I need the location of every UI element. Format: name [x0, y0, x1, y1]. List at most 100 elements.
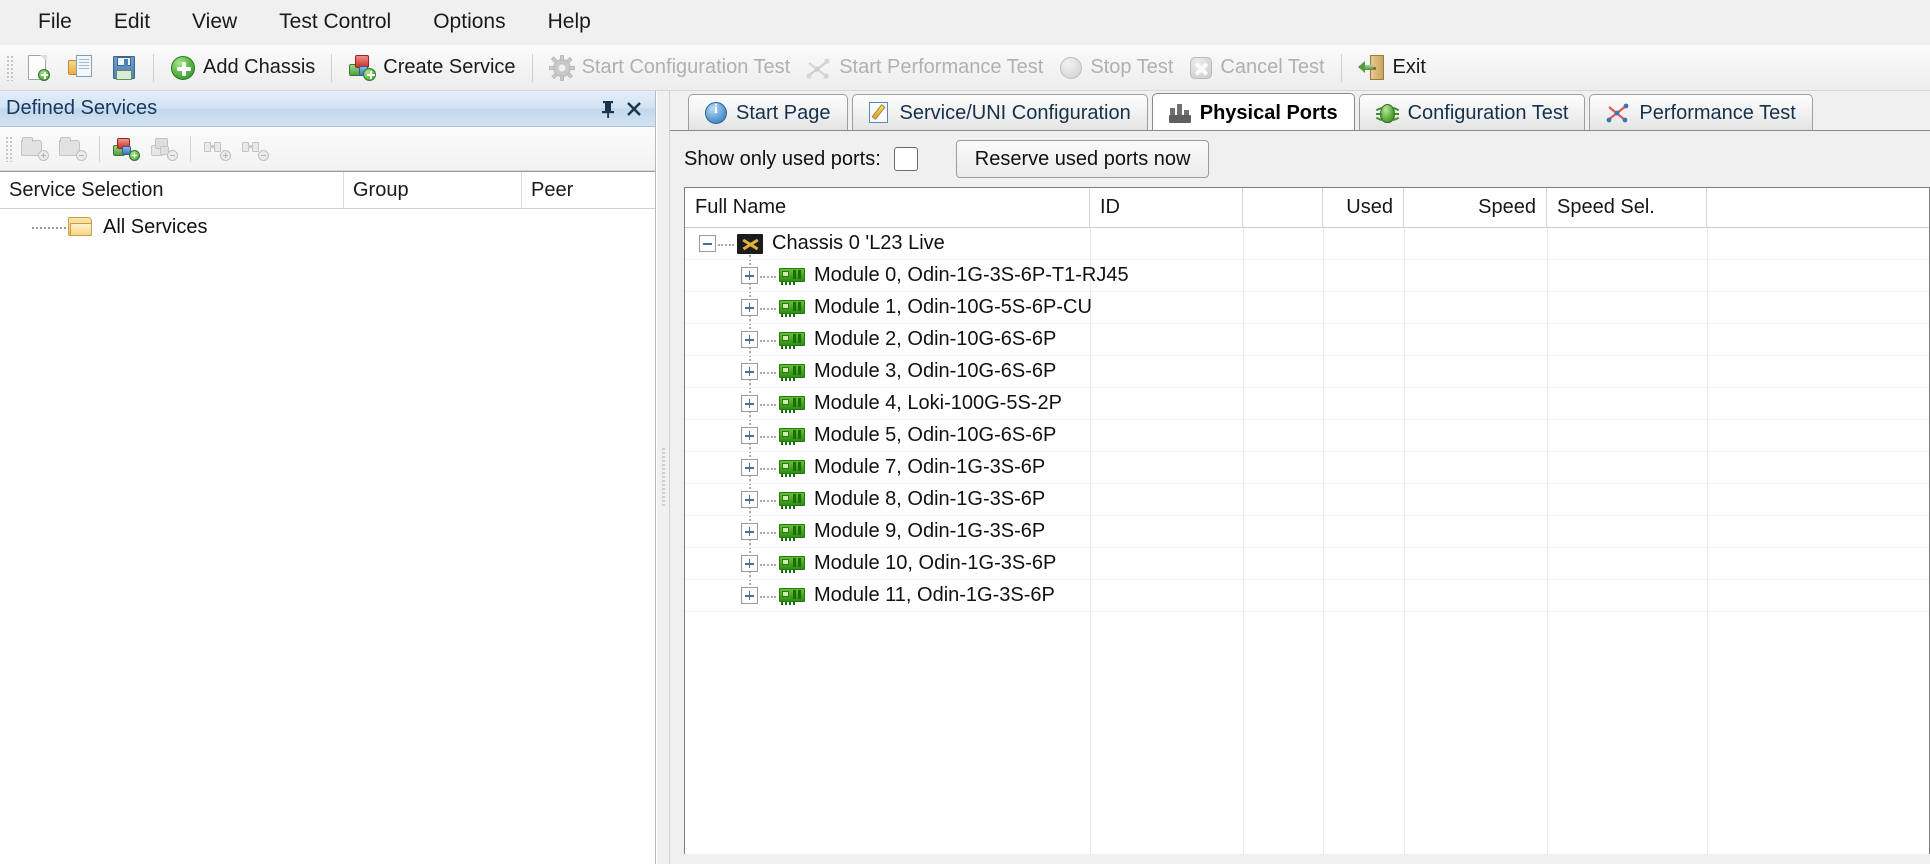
- physical-ports-icon: [1168, 103, 1191, 123]
- menu-item-test-control[interactable]: Test Control: [263, 6, 407, 38]
- port-tree-row[interactable]: Module 10, Odin-1G-3S-6P: [685, 548, 1929, 580]
- port-tree-row[interactable]: Module 11, Odin-1G-3S-6P: [685, 580, 1929, 612]
- tree-expander[interactable]: [741, 395, 758, 412]
- remove-uni-button[interactable]: [236, 131, 274, 167]
- column-header-speed[interactable]: Speed: [1404, 188, 1547, 227]
- port-tree-row-label: Module 4, Loki-100G-5S-2P: [814, 392, 1062, 414]
- column-header-blank-6[interactable]: [1707, 188, 1929, 227]
- tree-expander[interactable]: [741, 459, 758, 476]
- tree-expander[interactable]: [741, 587, 758, 604]
- column-header-speed-sel[interactable]: Speed Sel.: [1547, 188, 1707, 227]
- tree-expander[interactable]: [741, 267, 758, 284]
- info-icon: [705, 102, 727, 124]
- start-configuration-test-button[interactable]: Start Configuration Test: [541, 49, 799, 87]
- port-tree-row[interactable]: Module 3, Odin-10G-6S-6P: [685, 356, 1929, 388]
- tree-expander[interactable]: [741, 363, 758, 380]
- add-chassis-icon: [170, 55, 196, 81]
- pin-icon[interactable]: [595, 97, 621, 121]
- port-tree-row[interactable]: Module 7, Odin-1G-3S-6P: [685, 452, 1929, 484]
- menu-item-file[interactable]: File: [22, 6, 88, 38]
- tree-connector: [760, 403, 776, 406]
- new-document-button[interactable]: [17, 49, 59, 87]
- new-document-icon: [25, 54, 51, 82]
- port-tree-row[interactable]: Module 9, Odin-1G-3S-6P: [685, 516, 1929, 548]
- start-performance-test-button[interactable]: Start Performance Test: [798, 49, 1051, 87]
- pencil-edit-icon: [868, 102, 891, 124]
- column-header-blank-2[interactable]: [1243, 188, 1323, 227]
- save-icon: [111, 55, 137, 81]
- remove-uni-icon: [241, 137, 269, 161]
- close-icon[interactable]: [621, 97, 647, 121]
- port-tree-row-label: Module 11, Odin-1G-3S-6P: [814, 584, 1055, 606]
- tree-expander[interactable]: [699, 235, 716, 252]
- port-tree-row[interactable]: Module 0, Odin-1G-3S-6P-T1-RJ45: [685, 260, 1929, 292]
- tree-expander[interactable]: [741, 331, 758, 348]
- column-header-service-selection[interactable]: Service Selection: [0, 172, 344, 208]
- column-header-group[interactable]: Group: [344, 172, 522, 208]
- tab-physical-ports[interactable]: Physical Ports: [1151, 93, 1355, 130]
- menu-item-options[interactable]: Options: [417, 6, 521, 38]
- tree-expander[interactable]: [741, 555, 758, 572]
- remove-service-group-button[interactable]: [54, 131, 92, 167]
- port-tree-row[interactable]: Chassis 0 'L23 Live: [685, 228, 1929, 260]
- column-header-used[interactable]: Used: [1323, 188, 1404, 227]
- port-tree-row-label: Module 1, Odin-10G-5S-6P-CU: [814, 296, 1092, 318]
- module-icon: [779, 459, 805, 477]
- defined-services-caption-bar: Defined Services: [0, 91, 655, 127]
- remove-service-button[interactable]: [145, 131, 183, 167]
- tab-performance-test[interactable]: Performance Test: [1589, 94, 1813, 130]
- chassis-icon: [737, 233, 763, 254]
- port-tree-row-label: Module 5, Odin-10G-6S-6P: [814, 424, 1057, 446]
- service-selection-row[interactable]: All Services: [0, 209, 655, 245]
- port-tree-row[interactable]: Module 4, Loki-100G-5S-2P: [685, 388, 1929, 420]
- tree-connector: [760, 499, 776, 502]
- save-button[interactable]: [103, 49, 145, 87]
- add-service-group-button[interactable]: [16, 131, 54, 167]
- tab-start-page[interactable]: Start Page: [688, 94, 848, 130]
- tab-service-uni-configuration[interactable]: Service/UNI Configuration: [851, 94, 1148, 130]
- column-header-id[interactable]: ID: [1090, 188, 1243, 227]
- add-uni-button[interactable]: [198, 131, 236, 167]
- tree-expander[interactable]: [741, 523, 758, 540]
- add-service-button[interactable]: [107, 131, 145, 167]
- column-header-peer[interactable]: Peer: [522, 172, 655, 208]
- performance-test-icon: [806, 56, 832, 80]
- menu-item-view[interactable]: View: [176, 6, 253, 38]
- reserve-used-ports-button[interactable]: Reserve used ports now: [955, 140, 1210, 178]
- port-tree-row-label: Module 3, Odin-10G-6S-6P: [814, 360, 1057, 382]
- add-chassis-button[interactable]: Add Chassis: [162, 49, 323, 87]
- port-tree-row[interactable]: Module 8, Odin-1G-3S-6P: [685, 484, 1929, 516]
- column-header-full-name[interactable]: Full Name: [685, 188, 1090, 227]
- menu-item-help[interactable]: Help: [532, 6, 607, 38]
- tree-expander[interactable]: [741, 299, 758, 316]
- tree-expander[interactable]: [741, 491, 758, 508]
- open-file-button[interactable]: [59, 49, 103, 87]
- tree-expander[interactable]: [741, 427, 758, 444]
- port-tree-row[interactable]: Module 5, Odin-10G-6S-6P: [685, 420, 1929, 452]
- port-tree-row[interactable]: Module 2, Odin-10G-6S-6P: [685, 324, 1929, 356]
- main-toolbar: Add Chassis Create Service Start Configu…: [0, 45, 1930, 91]
- port-tree-row[interactable]: Module 1, Odin-10G-5S-6P-CU: [685, 292, 1929, 324]
- defined-services-toolbar-grip[interactable]: [5, 135, 12, 162]
- create-service-button[interactable]: Create Service: [340, 49, 523, 87]
- tab-configuration-test[interactable]: Configuration Test: [1358, 94, 1586, 130]
- stop-test-button[interactable]: Stop Test: [1051, 49, 1181, 87]
- start-performance-test-label: Start Performance Test: [839, 56, 1044, 78]
- module-icon: [779, 555, 805, 573]
- panel-splitter[interactable]: [656, 91, 670, 864]
- dock-toolbar-separator: [99, 135, 100, 162]
- toolbar-grip[interactable]: [6, 54, 13, 81]
- bottom-strip: [670, 854, 1930, 864]
- add-service-icon: [112, 137, 140, 161]
- tree-connector: [760, 275, 776, 278]
- defined-services-toolbar: [0, 127, 655, 171]
- configuration-test-icon: [548, 54, 575, 81]
- cancel-test-button[interactable]: Cancel Test: [1181, 49, 1332, 87]
- dock-toolbar-separator: [190, 135, 191, 162]
- show-only-used-ports-checkbox[interactable]: [893, 147, 918, 171]
- menu-item-edit[interactable]: Edit: [98, 6, 166, 38]
- module-icon: [779, 299, 805, 317]
- exit-button[interactable]: Exit: [1350, 49, 1434, 87]
- stop-test-label: Stop Test: [1090, 56, 1174, 78]
- stop-test-icon: [1059, 56, 1083, 80]
